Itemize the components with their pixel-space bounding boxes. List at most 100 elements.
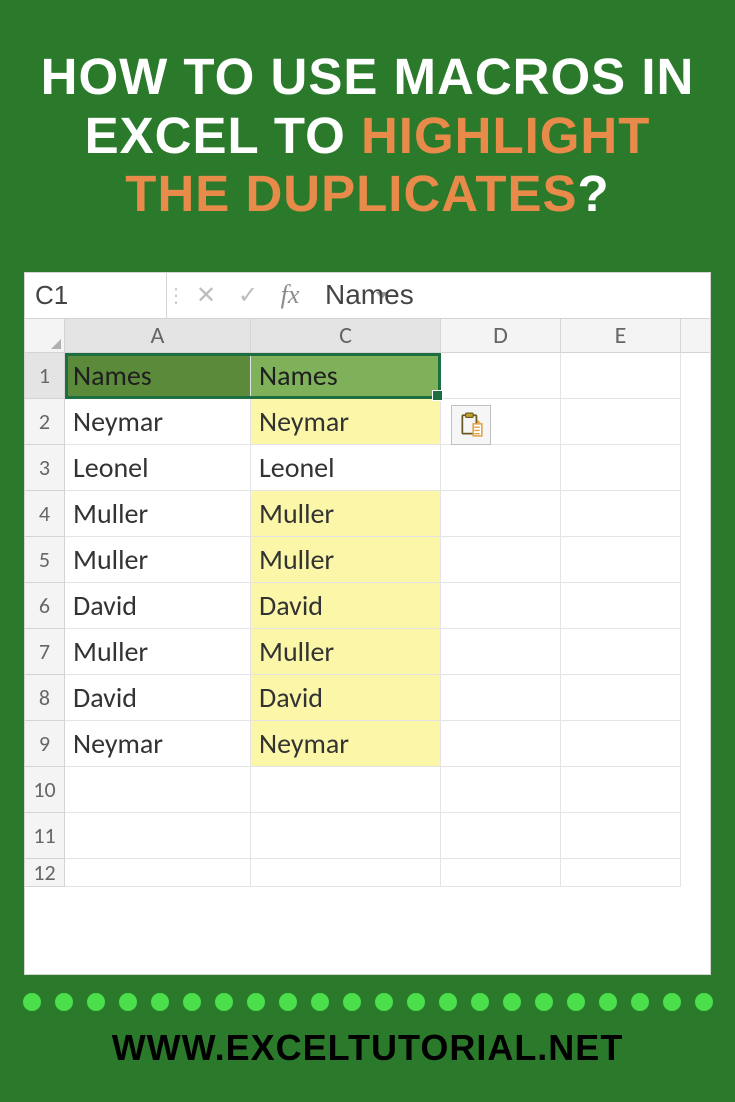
- fx-icon[interactable]: fx: [269, 273, 311, 318]
- dot-icon: [695, 993, 713, 1011]
- cell[interactable]: [561, 767, 681, 813]
- cell[interactable]: [441, 629, 561, 675]
- cell[interactable]: [251, 813, 441, 859]
- cell[interactable]: Muller: [251, 491, 441, 537]
- row-header[interactable]: 5: [25, 537, 65, 583]
- decorative-dots: [0, 993, 735, 1011]
- paste-options-icon[interactable]: [451, 405, 491, 445]
- cell[interactable]: Muller: [65, 491, 251, 537]
- dot-icon: [151, 993, 169, 1011]
- dot-icon: [631, 993, 649, 1011]
- clipboard-icon: [458, 412, 484, 438]
- dot-icon: [87, 993, 105, 1011]
- column-header-a[interactable]: A: [65, 319, 251, 352]
- dot-icon: [663, 993, 681, 1011]
- column-header-c[interactable]: C: [251, 319, 441, 352]
- column-header-d[interactable]: D: [441, 319, 561, 352]
- cell[interactable]: Neymar: [251, 721, 441, 767]
- separator-icon: ⋮: [167, 273, 185, 318]
- cell[interactable]: [561, 859, 681, 887]
- cell[interactable]: [561, 445, 681, 491]
- dot-icon: [119, 993, 137, 1011]
- select-all-corner[interactable]: [25, 319, 65, 352]
- cell[interactable]: Muller: [251, 629, 441, 675]
- cell[interactable]: Names: [65, 353, 251, 399]
- table-row: 11: [25, 813, 710, 859]
- table-row: 10: [25, 767, 710, 813]
- cell[interactable]: [561, 721, 681, 767]
- table-row: 3LeonelLeonel: [25, 445, 710, 491]
- cell[interactable]: Neymar: [65, 399, 251, 445]
- cell[interactable]: David: [65, 583, 251, 629]
- row-header[interactable]: 12: [25, 859, 65, 887]
- cell[interactable]: [251, 767, 441, 813]
- cell[interactable]: Names: [251, 353, 441, 399]
- cell[interactable]: [441, 583, 561, 629]
- cell[interactable]: [441, 537, 561, 583]
- cell[interactable]: [441, 859, 561, 887]
- cancel-icon[interactable]: ✕: [185, 273, 227, 318]
- cell[interactable]: [65, 813, 251, 859]
- cell[interactable]: [441, 721, 561, 767]
- cell[interactable]: [441, 491, 561, 537]
- spreadsheet-grid[interactable]: A C D E 1NamesNames2NeymarNeymar3LeonelL…: [25, 319, 710, 887]
- cell[interactable]: [561, 399, 681, 445]
- dot-icon: [311, 993, 329, 1011]
- cell[interactable]: Muller: [251, 537, 441, 583]
- cell[interactable]: [251, 859, 441, 887]
- row-header[interactable]: 9: [25, 721, 65, 767]
- row-header[interactable]: 7: [25, 629, 65, 675]
- dot-icon: [567, 993, 585, 1011]
- dot-icon: [599, 993, 617, 1011]
- cell[interactable]: [65, 767, 251, 813]
- cell[interactable]: [561, 813, 681, 859]
- row-header[interactable]: 11: [25, 813, 65, 859]
- cell[interactable]: Neymar: [251, 399, 441, 445]
- table-row: 8DavidDavid: [25, 675, 710, 721]
- dot-icon: [279, 993, 297, 1011]
- confirm-icon[interactable]: ✓: [227, 273, 269, 318]
- table-row: 6DavidDavid: [25, 583, 710, 629]
- cell[interactable]: David: [251, 583, 441, 629]
- cell[interactable]: [441, 353, 561, 399]
- cell[interactable]: Leonel: [65, 445, 251, 491]
- dot-icon: [183, 993, 201, 1011]
- cell[interactable]: [561, 583, 681, 629]
- row-header[interactable]: 2: [25, 399, 65, 445]
- table-row: 5MullerMuller: [25, 537, 710, 583]
- dot-icon: [439, 993, 457, 1011]
- cell[interactable]: Muller: [65, 629, 251, 675]
- cell[interactable]: [561, 629, 681, 675]
- cell[interactable]: Muller: [65, 537, 251, 583]
- row-header[interactable]: 6: [25, 583, 65, 629]
- dot-icon: [23, 993, 41, 1011]
- name-box-wrap[interactable]: [25, 273, 167, 318]
- row-header[interactable]: 10: [25, 767, 65, 813]
- cell[interactable]: [561, 537, 681, 583]
- formula-input-wrap[interactable]: [311, 273, 710, 318]
- cell[interactable]: [441, 675, 561, 721]
- cell[interactable]: Neymar: [65, 721, 251, 767]
- column-header-e[interactable]: E: [561, 319, 681, 352]
- cell[interactable]: [441, 767, 561, 813]
- cell[interactable]: Leonel: [251, 445, 441, 491]
- row-header[interactable]: 1: [25, 353, 65, 399]
- cell[interactable]: [561, 491, 681, 537]
- formula-input[interactable]: [325, 279, 710, 311]
- cell[interactable]: David: [65, 675, 251, 721]
- formula-bar: ⋮ ✕ ✓ fx: [25, 273, 710, 319]
- cell[interactable]: [441, 813, 561, 859]
- cell[interactable]: David: [251, 675, 441, 721]
- rows-container: 1NamesNames2NeymarNeymar3LeonelLeonel4Mu…: [25, 353, 710, 887]
- dot-icon: [407, 993, 425, 1011]
- row-header[interactable]: 8: [25, 675, 65, 721]
- page-title: HOW TO USE MACROS IN EXCEL TO HIGHLIGHT …: [30, 48, 705, 224]
- cell[interactable]: [561, 675, 681, 721]
- cell[interactable]: [441, 445, 561, 491]
- table-row: 9NeymarNeymar: [25, 721, 710, 767]
- row-header[interactable]: 3: [25, 445, 65, 491]
- title-part2: ?: [578, 165, 610, 222]
- row-header[interactable]: 4: [25, 491, 65, 537]
- cell[interactable]: [65, 859, 251, 887]
- cell[interactable]: [561, 353, 681, 399]
